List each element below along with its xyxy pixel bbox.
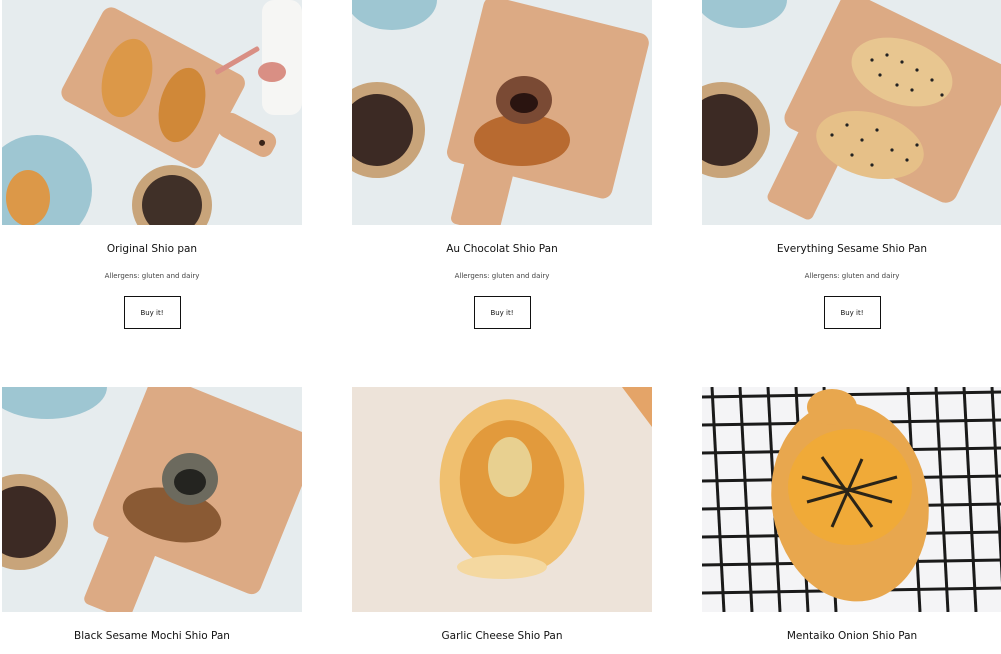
product-title: Original Shio pan <box>106 243 198 255</box>
product-title: Everything Sesame Shio Pan <box>776 243 928 255</box>
product-card-black-sesame-mochi: Black Sesame Mochi Shio Pan <box>2 387 302 643</box>
product-allergens: Allergens: gluten and dairy <box>454 272 550 280</box>
product-image-au-chocolat[interactable] <box>352 0 652 225</box>
product-allergens: Allergens: gluten and dairy <box>104 272 200 280</box>
product-title: Mentaiko Onion Shio Pan <box>786 630 918 642</box>
product-card-everything-sesame: Everything Sesame Shio Pan Allergens: gl… <box>702 0 1001 329</box>
product-card-garlic-cheese: Garlic Cheese Shio Pan <box>352 387 652 643</box>
product-image-everything-sesame[interactable] <box>702 0 1001 225</box>
buy-button-au-chocolat[interactable]: Buy it! <box>473 296 531 329</box>
product-card-au-chocolat: Au Chocolat Shio Pan Allergens: gluten a… <box>352 0 652 329</box>
buy-button-everything-sesame[interactable]: Buy it! <box>823 296 881 329</box>
product-title: Black Sesame Mochi Shio Pan <box>74 630 230 642</box>
product-card-mentaiko-onion: Mentaiko Onion Shio Pan <box>702 387 1001 643</box>
product-image-mentaiko-onion[interactable] <box>702 387 1001 612</box>
buy-button-original[interactable]: Buy it! <box>123 296 181 329</box>
product-image-original[interactable] <box>2 0 302 225</box>
product-grid: Original Shio pan Allergens: gluten and … <box>0 0 1001 654</box>
product-image-black-sesame-mochi[interactable] <box>2 387 302 612</box>
product-image-garlic-cheese[interactable] <box>352 387 652 612</box>
product-title: Au Chocolat Shio Pan <box>446 243 558 255</box>
product-card-original: Original Shio pan Allergens: gluten and … <box>2 0 302 329</box>
product-allergens: Allergens: gluten and dairy <box>804 272 900 280</box>
product-title: Garlic Cheese Shio Pan <box>441 630 563 642</box>
